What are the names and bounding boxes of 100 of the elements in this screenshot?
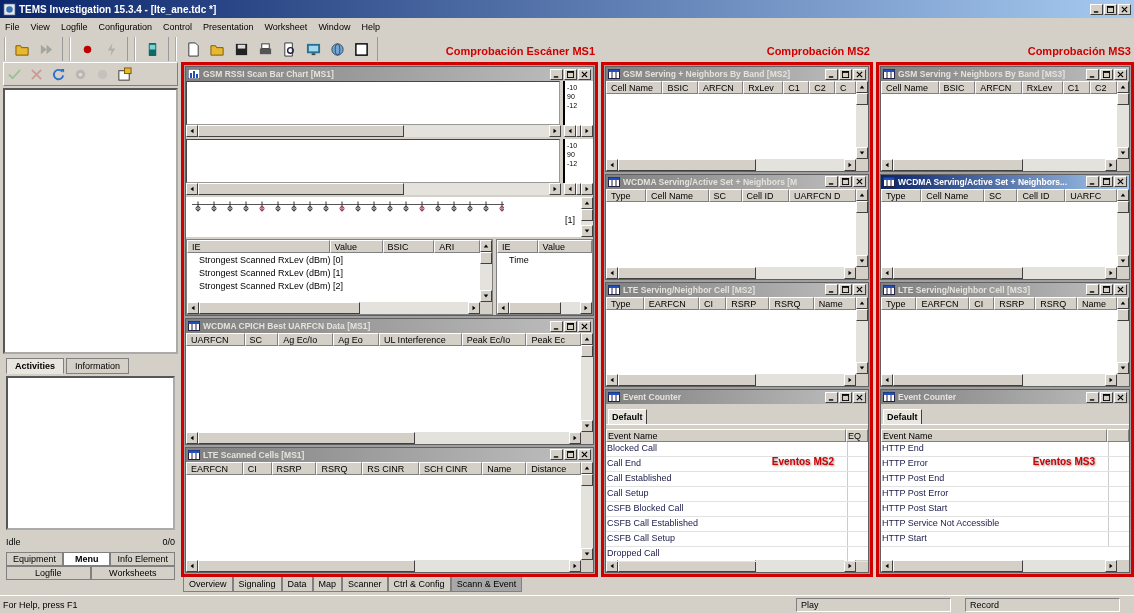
menu-item[interactable]: Worksheet	[264, 22, 308, 32]
scrollbar-thumb[interactable]	[199, 302, 361, 314]
horizontal-scrollbar[interactable]	[186, 560, 581, 572]
column-header[interactable]: Value	[537, 240, 592, 253]
scrollbar-thumb[interactable]	[509, 302, 562, 314]
scrollbar-thumb[interactable]	[480, 252, 492, 264]
close-button[interactable]	[578, 68, 591, 80]
maximize-button[interactable]	[839, 391, 852, 403]
horizontal-scrollbar[interactable]	[606, 560, 856, 572]
scroll-left-button[interactable]	[187, 302, 199, 314]
scrollbar-thumb[interactable]	[198, 560, 416, 572]
scroll-up-button[interactable]	[581, 333, 593, 345]
scroll-left-button[interactable]	[186, 560, 198, 572]
minimize-button[interactable]	[550, 68, 563, 80]
menu-item[interactable]: Presentation	[202, 22, 254, 32]
scroll-left-button[interactable]	[881, 560, 893, 572]
tab[interactable]: Default	[608, 409, 647, 425]
close-button[interactable]	[1114, 391, 1127, 403]
tab[interactable]: Scann & Event	[450, 577, 523, 592]
scroll-right-button[interactable]	[581, 125, 593, 137]
horizontal-scrollbar[interactable]	[606, 374, 856, 387]
scrollbar-thumb[interactable]	[581, 345, 593, 357]
scrollbar-thumb[interactable]	[198, 125, 405, 137]
scroll-down-button[interactable]	[856, 362, 868, 375]
scroll-down-button[interactable]	[480, 290, 492, 302]
vertical-scrollbar[interactable]	[856, 81, 868, 159]
horizontal-scrollbar[interactable]	[187, 302, 480, 314]
maximize-button[interactable]	[839, 176, 852, 188]
column-header[interactable]: Event Name	[881, 429, 1107, 443]
tab[interactable]: Default	[883, 409, 922, 425]
column-header[interactable]: Cell Name	[606, 81, 663, 94]
scroll-right-button[interactable]	[581, 183, 593, 195]
menu-item[interactable]: Configuration	[98, 22, 152, 32]
tab[interactable]: Activities	[6, 358, 65, 374]
column-header[interactable]: EQ	[846, 429, 868, 443]
tab[interactable]: Worksheets	[90, 566, 175, 580]
scrollbar-thumb[interactable]	[618, 560, 756, 572]
scroll-right-button[interactable]	[1105, 374, 1117, 387]
column-header[interactable]: RxLev	[1021, 81, 1063, 94]
scroll-down-button[interactable]	[856, 146, 868, 159]
horizontal-scrollbar[interactable]	[564, 125, 593, 137]
scrollbar-thumb[interactable]	[893, 374, 1023, 387]
horizontal-scrollbar[interactable]	[881, 560, 1117, 572]
scroll-left-button[interactable]	[606, 374, 618, 387]
scroll-right-button[interactable]	[1105, 560, 1117, 572]
horizontal-scrollbar[interactable]	[497, 302, 592, 314]
scroll-left-button[interactable]	[606, 560, 618, 572]
scroll-down-button[interactable]	[1117, 146, 1129, 159]
tab[interactable]: Equipment	[6, 552, 64, 566]
maximize-button[interactable]	[1100, 284, 1113, 296]
tab[interactable]: Info Element	[110, 552, 175, 566]
vertical-scrollbar[interactable]	[581, 197, 593, 237]
scrollbar-thumb[interactable]	[576, 183, 581, 195]
column-header[interactable]: UARFCN	[186, 333, 245, 346]
close-button[interactable]	[853, 391, 866, 403]
scrollbar-thumb[interactable]	[618, 374, 756, 387]
scroll-up-button[interactable]	[480, 240, 492, 252]
maximize-button[interactable]	[564, 449, 577, 460]
column-header[interactable]: Event Name	[606, 429, 846, 443]
scroll-left-button[interactable]	[497, 302, 509, 314]
tab[interactable]: Logfile	[6, 566, 91, 580]
column-header[interactable]: C1	[1062, 81, 1090, 94]
maximize-button[interactable]	[564, 320, 577, 332]
column-header[interactable]: SC	[244, 333, 279, 346]
column-header[interactable]: C2	[809, 81, 836, 94]
scroll-up-button[interactable]	[1117, 81, 1129, 93]
minimize-button[interactable]	[1086, 284, 1099, 296]
horizontal-scrollbar[interactable]	[881, 374, 1117, 387]
scrollbar-thumb[interactable]	[1117, 93, 1129, 105]
window-title-bar[interactable]: WCDMA Serving/Active Set + Neighbors...	[881, 174, 1129, 189]
scrollbar-thumb[interactable]	[581, 209, 593, 221]
scroll-down-button[interactable]	[1117, 362, 1129, 375]
scrollbar-thumb[interactable]	[576, 125, 581, 137]
column-header[interactable]: Value	[329, 240, 383, 253]
close-button[interactable]	[853, 68, 866, 80]
column-header[interactable]: Peak Ec	[526, 333, 581, 346]
scrollbar-thumb[interactable]	[856, 93, 868, 105]
scroll-right-button[interactable]	[580, 302, 592, 314]
horizontal-scrollbar[interactable]	[564, 183, 593, 195]
minimize-button[interactable]	[825, 68, 838, 80]
menu-item[interactable]: Control	[162, 22, 192, 32]
vertical-scrollbar[interactable]	[581, 333, 593, 432]
scrollbar-thumb[interactable]	[893, 560, 1023, 572]
column-header[interactable]: ARFCN	[697, 81, 744, 94]
vertical-scrollbar[interactable]	[856, 296, 868, 375]
column-header[interactable]: UL Interference	[378, 333, 462, 346]
tab[interactable]: Map	[312, 577, 343, 592]
close-button[interactable]	[1114, 284, 1127, 296]
minimize-button[interactable]	[825, 176, 838, 188]
close-button[interactable]	[578, 320, 591, 332]
column-header[interactable]: IE	[187, 240, 330, 253]
maximize-button[interactable]	[839, 284, 852, 296]
scroll-down-button[interactable]	[581, 419, 593, 432]
scroll-left-button[interactable]	[564, 183, 576, 195]
minimize-button[interactable]	[550, 449, 563, 460]
scroll-right-button[interactable]	[549, 183, 561, 195]
scroll-left-button[interactable]	[186, 183, 198, 195]
minimize-button[interactable]	[825, 284, 838, 296]
maximize-button[interactable]	[1100, 391, 1113, 403]
maximize-button[interactable]	[1104, 3, 1117, 15]
